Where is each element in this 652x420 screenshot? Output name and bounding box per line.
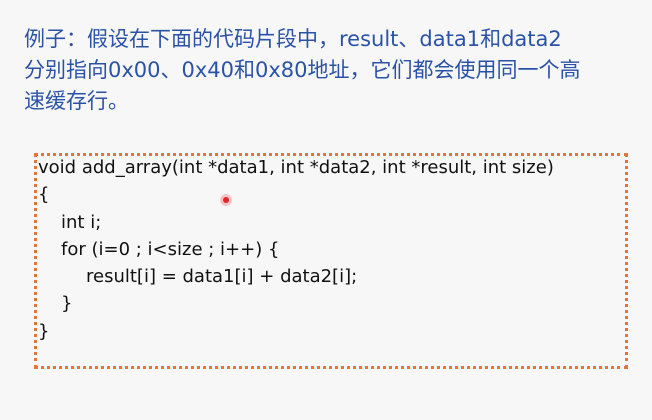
code-line-open-brace: { (38, 184, 50, 206)
code-line-close-brace: } (38, 320, 50, 342)
description-line-2: 分别指向0x00、0x40和0x80地址，它们都会使用同一个高 (24, 58, 581, 82)
code-line-assignment: result[i] = data1[i] + data2[i]; (86, 266, 358, 288)
code-line-declaration: int i; (61, 211, 102, 233)
code-line-loop-close: } (61, 293, 73, 315)
description-line-1: 例子：假设在下面的代码片段中，result、data1和data2 (24, 27, 562, 51)
description-text: 例子：假设在下面的代码片段中，result、data1和data2 分别指向0x… (24, 24, 636, 117)
slide: 例子：假设在下面的代码片段中，result、data1和data2 分别指向0x… (0, 0, 652, 420)
code-line-signature: void add_array(int *data1, int *data2, i… (38, 157, 554, 178)
code-snippet: void add_array(int *data1, int *data2, i… (38, 154, 554, 345)
laser-pointer-dot (220, 194, 232, 206)
code-line-for-loop: for (i=0 ; i<size ; i++) { (61, 238, 280, 260)
description-line-3: 速缓存行。 (24, 89, 129, 113)
